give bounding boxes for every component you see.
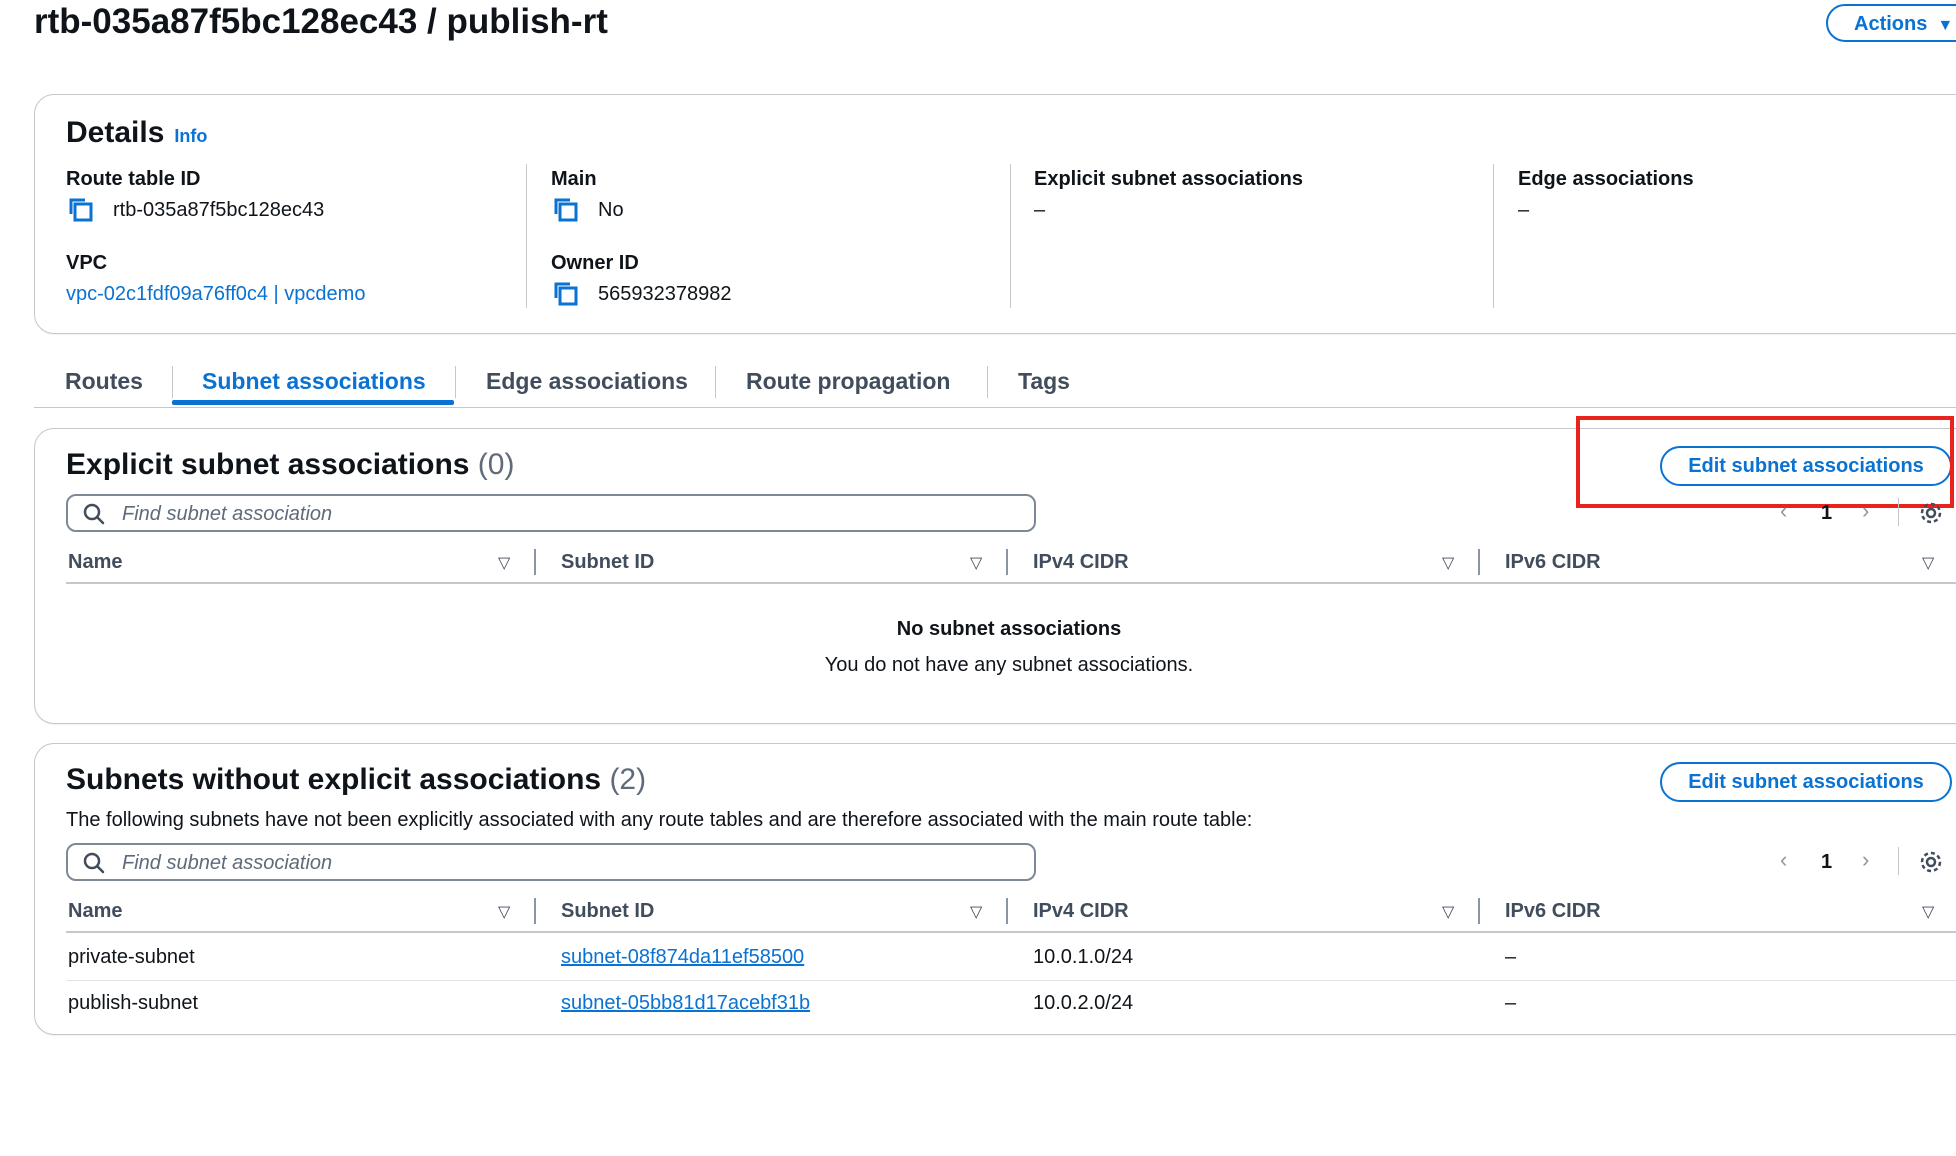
active-tab-indicator	[172, 400, 454, 405]
empty-state-message: You do not have any subnet associations.	[824, 654, 1194, 676]
tabs-divider	[34, 407, 1956, 408]
sort-caret-icon[interactable]: ▽	[1922, 553, 1934, 573]
search-icon	[83, 503, 105, 525]
chevron-left-icon[interactable]: ‹	[1780, 847, 1787, 873]
settings-gear-icon[interactable]	[1918, 849, 1944, 880]
settings-gear-icon[interactable]	[1918, 500, 1944, 531]
search-placeholder: Find subnet association	[122, 852, 333, 874]
row-name: private-subnet	[68, 946, 195, 968]
page-title: rtb-035a87f5bc128ec43 / publish-rt	[34, 2, 608, 41]
explicit-heading-text: Explicit subnet associations	[66, 448, 470, 481]
sort-caret-icon[interactable]: ▽	[498, 902, 510, 922]
explicit-associations-value: –	[1034, 199, 1046, 221]
column-divider	[526, 164, 527, 308]
subnet-id-link[interactable]: subnet-08f874da11ef58500	[561, 946, 804, 969]
edge-associations-value: –	[1518, 199, 1530, 221]
copy-icon[interactable]	[68, 197, 94, 228]
column-header-ipv4-cidr[interactable]: IPv4 CIDR	[1033, 551, 1129, 574]
chevron-right-icon[interactable]: ›	[1862, 498, 1869, 524]
vpc-link[interactable]: vpc-02c1fdf09a76ff0c4 | vpcdemo	[66, 283, 365, 306]
column-separator[interactable]	[1006, 549, 1008, 575]
without-heading: Subnets without explicit associations (2…	[66, 763, 646, 797]
column-header-name[interactable]: Name	[68, 900, 122, 923]
search-input[interactable]: Find subnet association	[66, 494, 1036, 532]
search-icon	[83, 852, 105, 874]
owner-id-value: 565932378982	[598, 283, 732, 305]
column-divider	[1493, 164, 1494, 308]
page-number[interactable]: 1	[1821, 851, 1832, 874]
tab-routes[interactable]: Routes	[65, 368, 143, 395]
column-divider	[1010, 164, 1011, 308]
edge-associations-label: Edge associations	[1518, 168, 1694, 190]
explicit-associations-label: Explicit subnet associations	[1034, 168, 1303, 190]
row-ipv4-cidr: 10.0.2.0/24	[1033, 992, 1134, 1014]
explicit-count: (0)	[477, 448, 515, 481]
column-header-ipv6-cidr[interactable]: IPv6 CIDR	[1505, 900, 1601, 923]
without-heading-text: Subnets without explicit associations	[66, 763, 602, 796]
page-number[interactable]: 1	[1821, 502, 1832, 525]
without-description: The following subnets have not been expl…	[66, 809, 1253, 831]
main-label: Main	[551, 168, 597, 190]
sort-caret-icon[interactable]: ▽	[498, 553, 510, 573]
column-header-ipv6-cidr[interactable]: IPv6 CIDR	[1505, 551, 1601, 574]
chevron-right-icon[interactable]: ›	[1862, 847, 1869, 873]
search-input[interactable]: Find subnet association	[66, 843, 1036, 881]
sort-caret-icon[interactable]: ▽	[970, 902, 982, 922]
actions-button[interactable]: Actions ▼	[1826, 4, 1956, 42]
route-table-id-value: rtb-035a87f5bc128ec43	[113, 199, 325, 221]
row-ipv4-cidr: 10.0.1.0/24	[1033, 946, 1134, 968]
subnet-id-link[interactable]: subnet-05bb81d17acebf31b	[561, 992, 810, 1015]
column-header-subnet-id[interactable]: Subnet ID	[561, 900, 654, 923]
pager-divider	[1898, 847, 1899, 875]
row-name: publish-subnet	[68, 992, 199, 1014]
info-link[interactable]: Info	[174, 126, 207, 146]
column-separator[interactable]	[534, 549, 536, 575]
highlight-box	[1576, 416, 1954, 508]
edit-subnet-associations-button[interactable]: Edit subnet associations	[1660, 762, 1952, 802]
vpc-label: VPC	[66, 252, 108, 274]
tab-separator	[455, 366, 456, 398]
column-header-ipv4-cidr[interactable]: IPv4 CIDR	[1033, 900, 1129, 923]
table-header-divider	[66, 931, 1956, 933]
column-header-name[interactable]: Name	[68, 551, 122, 574]
explicit-heading: Explicit subnet associations (0)	[66, 448, 514, 482]
sort-caret-icon[interactable]: ▽	[1442, 553, 1454, 573]
main-value: No	[598, 199, 624, 221]
copy-icon[interactable]	[553, 197, 579, 228]
empty-state-title: No subnet associations	[896, 618, 1122, 640]
row-ipv6-cidr: –	[1505, 946, 1517, 968]
sort-caret-icon[interactable]: ▽	[1922, 902, 1934, 922]
search-placeholder: Find subnet association	[122, 503, 333, 525]
owner-id-label: Owner ID	[551, 252, 639, 274]
column-header-subnet-id[interactable]: Subnet ID	[561, 551, 654, 574]
tab-route-propagation[interactable]: Route propagation	[746, 368, 950, 395]
tab-subnet-associations[interactable]: Subnet associations	[202, 368, 426, 395]
tab-separator	[172, 366, 173, 398]
copy-icon[interactable]	[553, 281, 579, 312]
pager-divider	[1898, 498, 1899, 526]
table-header-divider	[66, 582, 1956, 584]
tab-separator	[987, 366, 988, 398]
sort-caret-icon[interactable]: ▽	[1442, 902, 1454, 922]
chevron-left-icon[interactable]: ‹	[1780, 498, 1787, 524]
details-heading: Details Info	[66, 116, 207, 150]
details-heading-text: Details	[66, 116, 165, 149]
sort-caret-icon[interactable]: ▽	[970, 553, 982, 573]
column-separator[interactable]	[1006, 898, 1008, 924]
tab-separator	[715, 366, 716, 398]
row-ipv6-cidr: –	[1505, 992, 1517, 1014]
column-separator[interactable]	[534, 898, 536, 924]
actions-label: Actions	[1854, 13, 1928, 35]
column-separator[interactable]	[1478, 549, 1480, 575]
route-table-id-label: Route table ID	[66, 168, 201, 190]
tab-edge-associations[interactable]: Edge associations	[486, 368, 688, 395]
caret-down-icon: ▼	[1937, 17, 1954, 34]
tab-tags[interactable]: Tags	[1018, 368, 1070, 395]
column-separator[interactable]	[1478, 898, 1480, 924]
without-count: (2)	[609, 763, 647, 796]
row-divider	[66, 980, 1956, 981]
